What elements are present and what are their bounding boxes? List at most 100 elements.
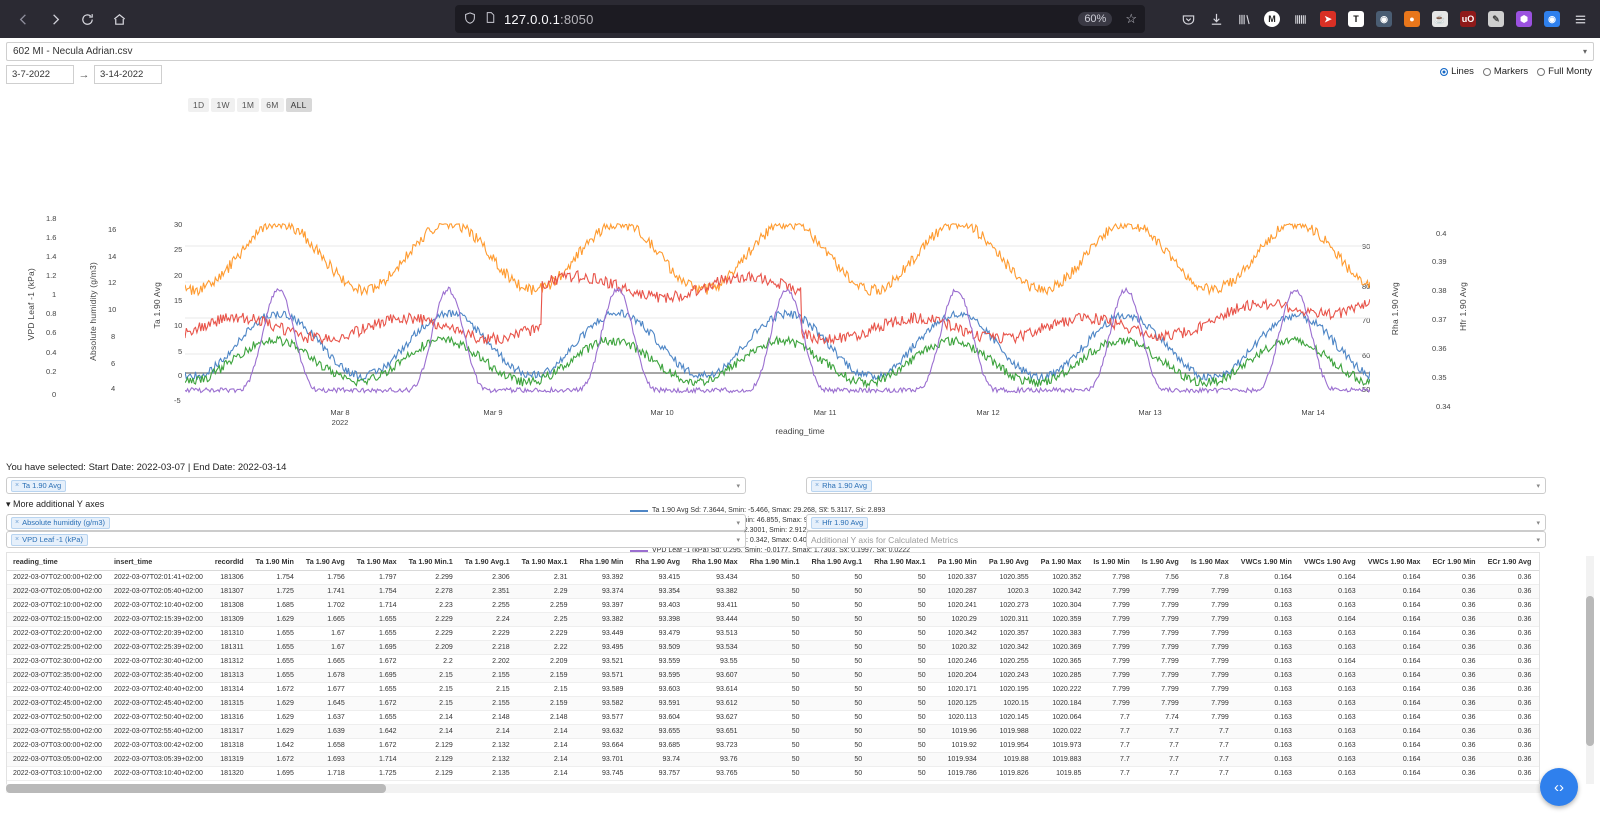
table-row[interactable]: 2022-03-07T02:20:00+02:00 2022-03-07T02:2… [7,626,1539,641]
ublock-origin-icon[interactable]: uO [1456,7,1480,31]
series-line-rha-1-90-avg[interactable] [185,221,1370,297]
table-row[interactable]: 2022-03-07T02:35:00+02:00 2022-03-07T02:3… [7,668,1539,683]
table-horizontal-scrollbar[interactable] [6,784,1540,793]
radio-markers[interactable]: Markers [1482,66,1528,77]
table-column-header[interactable]: ECr 1.90 Avg [1481,553,1538,571]
mouse-extension-icon[interactable]: ✎ [1484,7,1508,31]
table-vertical-scroll-thumb[interactable] [1586,596,1594,746]
series-line-absolute-humidity-g-m3[interactable] [185,335,1370,389]
table-column-header[interactable]: Pa 1.90 Max [1034,553,1088,571]
start-date-input[interactable]: 3-7-2022 [6,65,74,84]
table-vertical-scrollbar[interactable] [1586,556,1594,784]
dropdown-extra-left-axis-2[interactable]: × VPD Leaf -1 (kPa) ▾ [6,531,746,548]
more-additional-y-axes-toggle[interactable]: ▾ More additional Y axes [6,499,104,510]
series-line-ta-1-90-avg[interactable] [185,309,1370,383]
range-button-6m[interactable]: 6M [261,98,284,112]
table-row[interactable]: 2022-03-07T02:55:00+02:00 2022-03-07T02:5… [7,724,1539,739]
table-column-header[interactable]: reading_time [7,553,108,571]
table-column-header[interactable]: VWCs 1.90 Avg [1297,553,1362,571]
text-extension-icon[interactable]: T [1344,7,1368,31]
dropdown-primary-left-axis[interactable]: × Ta 1.90 Avg ▾ [6,477,746,494]
table-column-header[interactable]: VWCs 1.90 Min [1234,553,1298,571]
table-column-header[interactable]: recordId [208,553,250,571]
chip-absolute-humidity[interactable]: × Absolute humidity (g/m3) [11,516,111,529]
star-icon[interactable]: ☆ [1125,11,1137,27]
table-column-header[interactable]: Ta 1.90 Avg.1 [458,553,516,571]
table-column-header[interactable]: Rha 1.90 Avg.1 [805,553,869,571]
table-column-header[interactable]: ECr 1.90 Min [1426,553,1482,571]
radio-markers-dot[interactable] [1482,67,1491,76]
table-row[interactable]: 2022-03-07T02:05:00+02:00 2022-03-07T02:0… [7,584,1539,599]
data-table-container[interactable]: reading_time insert_time recordId Ta 1.90 M… [6,552,1540,787]
table-row[interactable]: 2022-03-07T02:15:00+02:00 2022-03-07T02:1… [7,612,1539,627]
red-extension-icon[interactable]: ➤ [1316,7,1340,31]
chip-remove-icon[interactable]: × [812,482,822,489]
plot-canvas[interactable] [185,218,1370,400]
firefox-fox-icon[interactable]: ● [1400,7,1424,31]
metamask-m-icon[interactable]: M [1260,7,1284,31]
table-row[interactable]: 2022-03-07T02:00:00+02:00 2022-03-07T02:0… [7,570,1539,585]
chip-vpd-leaf[interactable]: × VPD Leaf -1 (kPa) [11,533,88,546]
range-button-1d[interactable]: 1D [188,98,210,112]
file-select-dropdown[interactable]: 602 MI - Necula Adrian.csv ▾ [6,42,1594,61]
chip-rha-avg[interactable]: × Rha 1.90 Avg [811,479,872,492]
barcode-icon[interactable] [1288,7,1312,31]
table-row[interactable]: 2022-03-07T02:45:00+02:00 2022-03-07T02:4… [7,696,1539,711]
table-column-header[interactable]: Is 1.90 Min [1087,553,1136,571]
coffee-extension-icon[interactable]: ☕ [1428,7,1452,31]
shield-icon[interactable] [463,11,477,28]
table-row[interactable]: 2022-03-07T02:40:00+02:00 2022-03-07T02:4… [7,682,1539,697]
table-column-header[interactable]: Ta 1.90 Max [350,553,403,571]
chevron-down-icon[interactable]: ▾ [1583,47,1587,56]
forward-arrow-icon[interactable] [40,4,70,34]
chevron-down-icon[interactable]: ▾ [1536,536,1540,544]
goggles-extension-icon[interactable]: ◉ [1372,7,1396,31]
chevron-down-icon[interactable]: ▾ [736,519,740,527]
pocket-icon[interactable] [1176,7,1200,31]
reload-icon[interactable] [72,4,102,34]
dropdown-primary-right-axis[interactable]: × Rha 1.90 Avg ▾ [806,477,1546,494]
chevron-down-icon[interactable]: ▾ [736,482,740,490]
radio-lines-dot[interactable] [1440,67,1449,76]
table-row[interactable]: 2022-03-07T02:30:00+02:00 2022-03-07T02:3… [7,654,1539,669]
end-date-input[interactable]: 3-14-2022 [94,65,162,84]
library-icon[interactable] [1232,7,1256,31]
radio-extension-icon[interactable]: ◉ [1540,7,1564,31]
range-button-all[interactable]: ALL [285,98,312,112]
radio-lines[interactable]: Lines [1440,66,1474,77]
range-button-1m[interactable]: 1M [236,98,260,112]
table-column-header[interactable]: ECr 1.90 Max [1537,553,1539,571]
table-column-header[interactable]: Ta 1.90 Min.1 [402,553,459,571]
chevron-down-icon[interactable]: ▾ [1536,482,1540,490]
chevron-down-icon[interactable]: ▾ [1536,519,1540,527]
dropdown-extra-right-axis-1[interactable]: × Hfr 1.90 Avg ▾ [806,514,1546,531]
chip-remove-icon[interactable]: × [12,536,22,543]
table-row[interactable]: 2022-03-07T03:00:00+02:00 2022-03-07T03:0… [7,738,1539,753]
table-column-header[interactable]: Ta 1.90 Max.1 [515,553,574,571]
table-row[interactable]: 2022-03-07T03:05:00+02:00 2022-03-07T03:0… [7,752,1539,767]
table-column-header[interactable]: Ta 1.90 Min [249,553,300,571]
home-icon[interactable] [104,4,134,34]
code-brackets-icon[interactable]: ‹› [1540,768,1578,806]
table-column-header[interactable]: Is 1.90 Max [1184,553,1235,571]
table-column-header[interactable]: insert_time [107,553,209,571]
table-column-header[interactable]: Rha 1.90 Min [573,553,630,571]
chip-remove-icon[interactable]: × [812,519,822,526]
range-button-1w[interactable]: 1W [211,98,235,112]
dropdown-extra-left-axis-1[interactable]: × Absolute humidity (g/m3) ▾ [6,514,746,531]
chevron-down-icon[interactable]: ▾ [736,536,740,544]
radio-full-monty-dot[interactable] [1537,67,1546,76]
table-horizontal-scroll-thumb[interactable] [6,784,386,793]
back-arrow-icon[interactable] [8,4,38,34]
chip-remove-icon[interactable]: × [12,482,22,489]
table-row[interactable]: 2022-03-07T02:50:00+02:00 2022-03-07T02:5… [7,710,1539,725]
table-column-header[interactable]: VWCs 1.90 Max [1361,553,1427,571]
table-row[interactable]: 2022-03-07T03:10:00+02:00 2022-03-07T03:1… [7,766,1539,781]
table-column-header[interactable]: Pa 1.90 Min [931,553,983,571]
chip-hfr-avg[interactable]: × Hfr 1.90 Avg [811,516,869,529]
table-column-header[interactable]: Rha 1.90 Max [686,553,744,571]
table-column-header[interactable]: Pa 1.90 Avg [982,553,1035,571]
zoom-level-badge[interactable]: 60% [1078,12,1113,26]
table-column-header[interactable]: Is 1.90 Avg [1135,553,1185,571]
table-column-header[interactable]: Ta 1.90 Avg [299,553,351,571]
